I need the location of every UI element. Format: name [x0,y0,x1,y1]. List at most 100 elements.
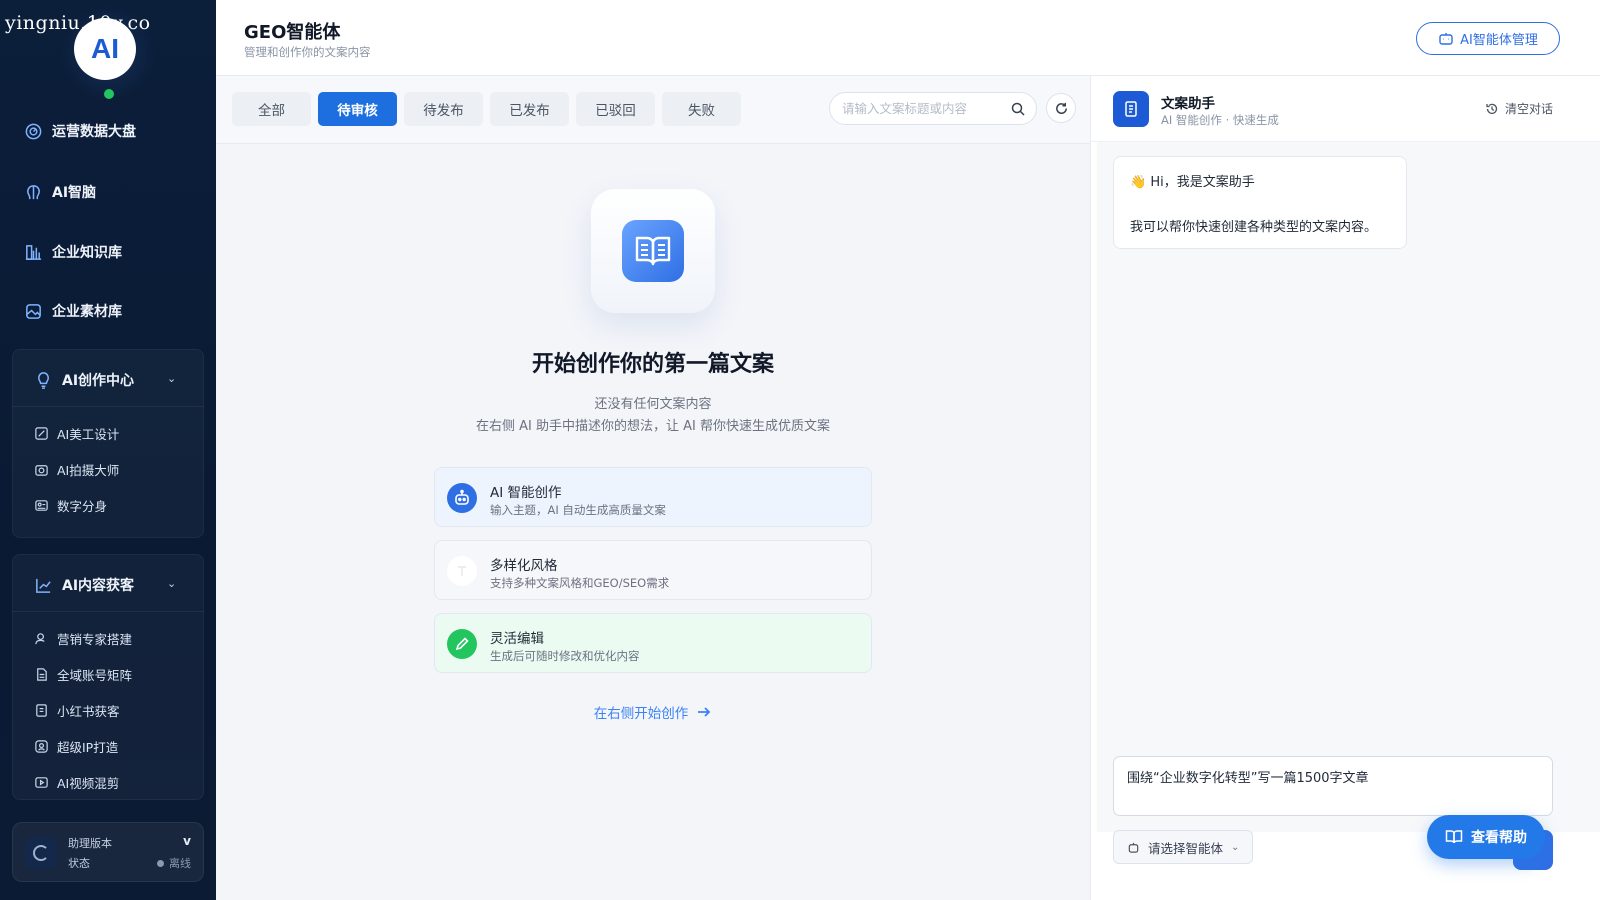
robot-icon [447,483,477,513]
refresh-button[interactable] [1046,93,1076,123]
sidebar: AI yingniu.10v.co 运营数据大盘 AI智脑 企业知识库 企业素材… [0,0,216,900]
design-icon [35,427,48,440]
sidebar-item-xiaohongshu[interactable]: 小红书获客 [34,701,120,720]
sidebar-item-digital-avatar[interactable]: 数字分身 [34,496,107,515]
agent-select-value: 请选择智能体 [1148,840,1224,856]
refresh-icon [1055,102,1067,114]
text-icon [447,556,477,586]
book-open-icon [1445,830,1463,844]
group-head-ai-content[interactable]: AI内容获客 [34,575,134,595]
sidebar-item-account-matrix[interactable]: 全域账号矩阵 [34,665,132,684]
greeting-body: 我可以帮你快速创建各种类型的文案内容。 [1130,220,1378,235]
start-creating-label: 在右侧开始创作 [593,706,689,722]
empty-state-desc: 还没有任何文案内容 [594,397,712,412]
video-icon [35,777,48,788]
sidebar-item-ai-design[interactable]: AI美工设计 [34,424,119,443]
tabs-bar: 全部 待审核 待发布 已发布 已驳回 失败 [216,76,1090,144]
status-value: 离线 [169,857,191,870]
tab-rejected[interactable]: 已驳回 [576,92,655,126]
feature-desc: 支持多种文案风格和GEO/SEO需求 [490,576,670,590]
agent-management-label: AI智能体管理 [1460,33,1538,48]
sub-item-label: 超级IP打造 [57,740,119,755]
group-head-ai-creation[interactable]: AI创作中心 [34,370,134,390]
empty-state-illustration [591,189,715,313]
history-icon [1486,103,1498,114]
sidebar-item-super-ip[interactable]: 超级IP打造 [34,737,118,756]
group-label: AI内容获客 [62,578,135,594]
ai-doc-icon [36,704,47,717]
chart-icon [36,578,51,593]
group-divider [12,406,204,407]
watermark: yingniu.10v.co [5,12,151,34]
assistant-message: 👋 Hi，我是文案助手 我可以帮你快速创建各种类型的文案内容。 [1113,156,1407,249]
sidebar-item-video-mix[interactable]: AI视频混剪 [34,773,119,792]
badge-icon [35,740,48,753]
sidebar-item-materials[interactable]: 企业素材库 [24,301,122,321]
dashboard-icon [25,123,42,139]
pencil-icon [447,629,477,659]
assistant-subtitle: AI 智能创作 · 快速生成 [1161,113,1279,127]
tab-to-publish[interactable]: 待发布 [404,92,483,126]
page-subtitle: 管理和创作你的文案内容 [244,45,371,59]
version-card: 助理版本 v 状态 离线 [12,822,204,882]
feature-desc: 输入主题，AI 自动生成高质量文案 [490,503,666,517]
offline-dot-icon [157,859,164,867]
book-icon [622,220,684,282]
sidebar-item-ai-brain[interactable]: AI智脑 [24,182,96,202]
feature-title: 灵活编辑 [490,631,544,647]
status-badge: 离线 [157,855,191,871]
image-icon [26,303,41,319]
search-input[interactable] [842,101,1002,116]
sidebar-item-knowledge-base[interactable]: 企业知识库 [24,242,122,262]
feature-title: 多样化风格 [490,558,558,574]
group-label: AI创作中心 [62,373,135,389]
sidebar-item-marketing-expert[interactable]: 营销专家搭建 [34,629,132,648]
feature-card-styles: 多样化风格 支持多种文案风格和GEO/SEO需求 [434,540,872,600]
assistant-name: 文案助手 [1161,96,1215,112]
search-icon[interactable] [1010,101,1026,117]
sidebar-item-label: 企业知识库 [52,245,122,261]
arrow-right-icon [698,707,711,717]
sidebar-item-dashboard[interactable]: 运营数据大盘 [24,121,136,141]
user-icon [35,633,45,645]
top-header: GEO智能体 管理和创作你的文案内容 AI智能体管理 [216,0,1600,76]
robot-small-icon [1128,842,1139,853]
sub-item-label: AI拍摄大师 [57,463,120,478]
sub-item-label: AI美工设计 [57,427,120,442]
feature-desc: 生成后可随时修改和优化内容 [490,649,640,663]
prompt-input-box: 围绕“企业数字化转型”写一篇1500字文章 [1113,756,1553,816]
agent-select[interactable]: 请选择智能体 ⌄ [1113,830,1253,864]
document-icon [1113,91,1149,127]
start-creating-link[interactable]: 在右侧开始创作 [216,702,1090,722]
brain-icon [27,184,40,199]
feature-card-edit: 灵活编辑 生成后可随时修改和优化内容 [434,613,872,673]
main-panel: 全部 待审核 待发布 已发布 已驳回 失败 开始创作你的第一篇文案 还没有任何文… [216,76,1090,900]
version-value: v [183,834,191,848]
sidebar-item-label: AI智脑 [52,185,97,201]
help-button-label: 查看帮助 [1471,830,1527,846]
tab-pending-review[interactable]: 待审核 [318,92,397,126]
greeting-text: 👋 Hi，我是文案助手 [1130,175,1255,190]
camera-icon [35,465,48,476]
sidebar-item-label: 运营数据大盘 [52,124,136,140]
chevron-down-icon[interactable]: ⌄ [167,372,192,385]
tab-all[interactable]: 全部 [232,92,311,126]
assistant-panel: 文案助手 AI 智能创作 · 快速生成 清空对话 👋 Hi，我是文案助手 我可以… [1090,76,1600,900]
clear-chat-button[interactable]: 清空对话 [1485,100,1553,117]
sidebar-item-ai-camera[interactable]: AI拍摄大师 [34,460,119,479]
tab-failed[interactable]: 失败 [662,92,741,126]
library-icon [25,244,42,260]
sub-item-label: AI视频混剪 [57,776,120,791]
prompt-input[interactable]: 围绕“企业数字化转型”写一篇1500字文章 [1114,757,1552,815]
feature-title: AI 智能创作 [490,485,562,501]
tab-published[interactable]: 已发布 [490,92,569,126]
loading-spinner-icon [25,837,57,869]
agent-management-button[interactable]: AI智能体管理 [1416,22,1560,55]
chevron-down-icon: ⌄ [1231,841,1240,853]
chevron-down-icon[interactable]: ⌄ [167,577,192,590]
empty-state-hint: 在右侧 AI 助手中描述你的想法，让 AI 帮你快速生成优质文案 [476,419,830,434]
sub-item-label: 营销专家搭建 [57,632,133,647]
page-title: GEO智能体 [244,22,341,43]
group-divider [12,611,204,612]
help-button[interactable]: 查看帮助 [1427,815,1545,859]
